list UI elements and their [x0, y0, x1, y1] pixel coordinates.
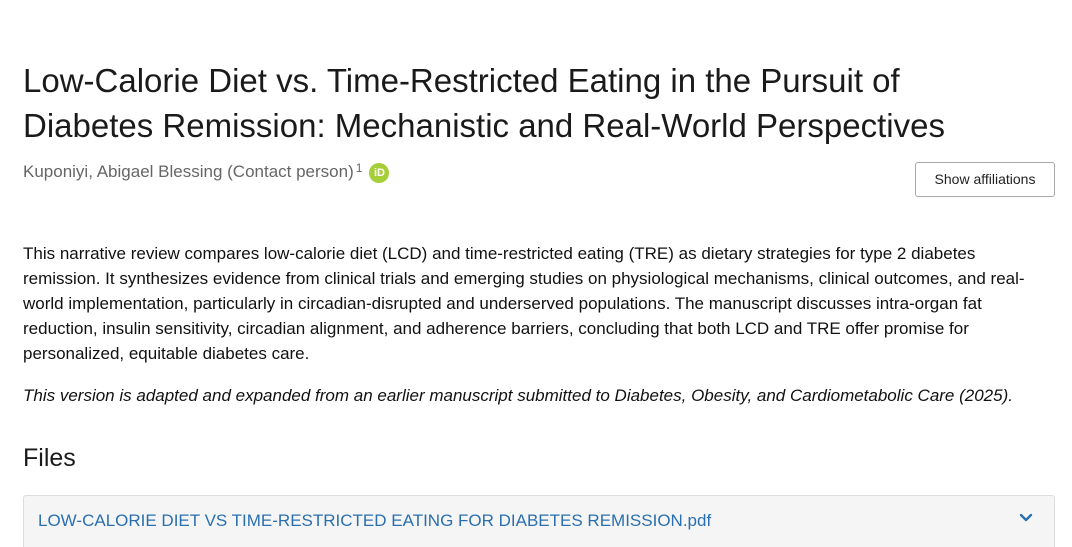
author-line: Kuponiyi, Abigael Blessing (Contact pers…	[23, 161, 390, 183]
affiliation-marker: 1	[355, 161, 363, 175]
page-title: Low-Calorie Diet vs. Time-Restricted Eat…	[23, 62, 945, 144]
chevron-down-icon[interactable]	[1016, 508, 1036, 528]
file-panel[interactable]: LOW-CALORIE DIET VS TIME-RESTRICTED EATI…	[23, 495, 1055, 547]
files-heading: Files	[23, 444, 76, 472]
author-name[interactable]: Kuponiyi, Abigael Blessing (Contact pers…	[23, 162, 354, 182]
record-page: Low-Calorie Diet vs. Time-Restricted Eat…	[0, 0, 1072, 547]
orcid-icon[interactable]: iD	[369, 163, 390, 183]
show-affiliations-button[interactable]: Show affiliations	[915, 162, 1055, 197]
abstract-text: This narrative review compares low-calor…	[23, 244, 1025, 363]
file-link[interactable]: LOW-CALORIE DIET VS TIME-RESTRICTED EATI…	[38, 511, 711, 531]
version-note: This version is adapted and expanded fro…	[23, 386, 1013, 405]
